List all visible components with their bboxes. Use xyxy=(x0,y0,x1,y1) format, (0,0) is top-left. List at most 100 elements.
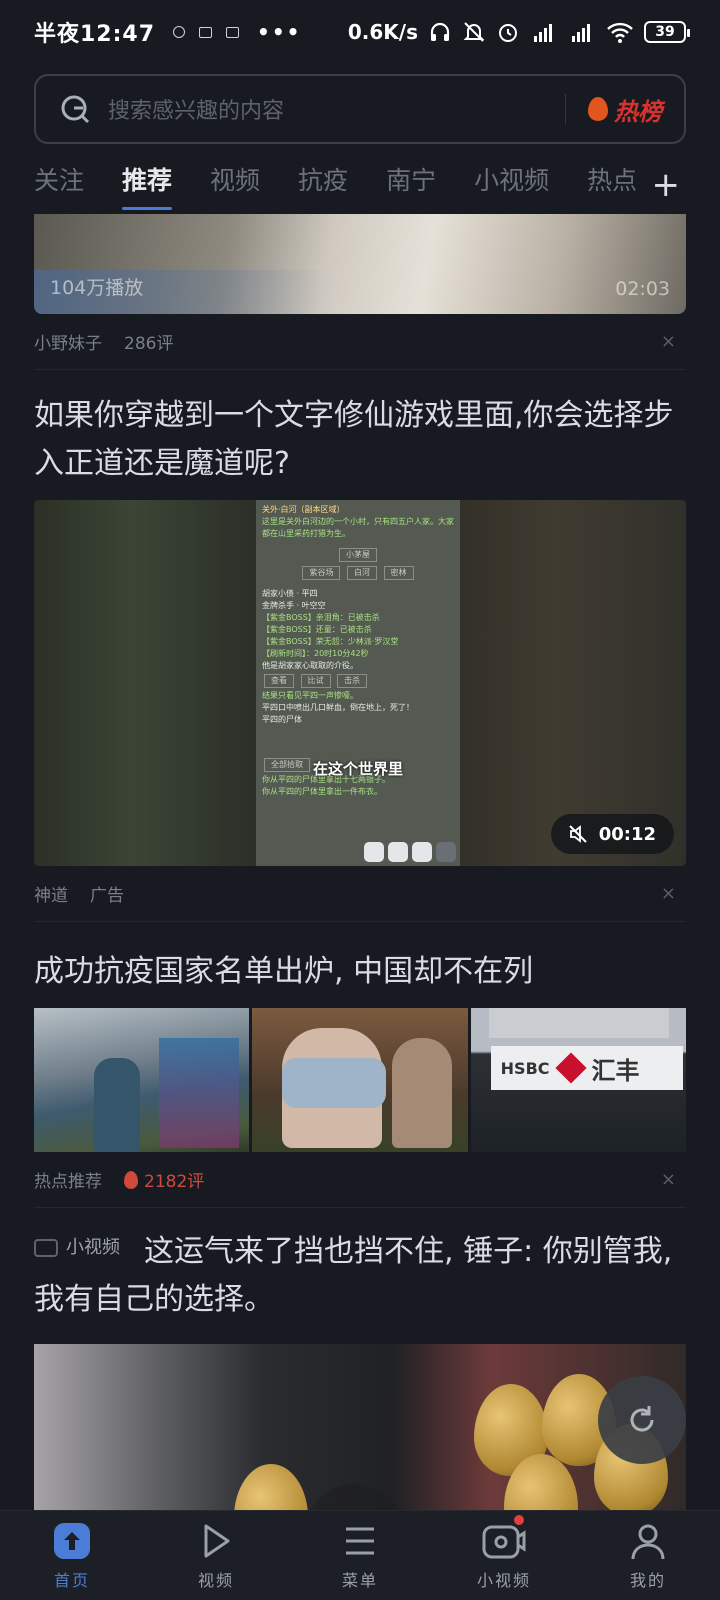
thumbnail-bank: HSBC 汇丰 xyxy=(470,1008,686,1152)
camera-icon xyxy=(482,1525,526,1559)
action-view: 查看 xyxy=(264,674,294,688)
game-hint: 他是胡家家心取取的介役。 xyxy=(262,661,358,670)
hot-comment-count: 2182评 xyxy=(124,1167,204,1192)
ad-video-player[interactable]: 关外·白河（副本区域） 这里是关外白河边的一个小村，只有四五户人家。大家都在山里… xyxy=(34,500,686,866)
bank-sign-chinese: 汇丰 xyxy=(591,1056,640,1085)
menu-icon xyxy=(346,1527,374,1555)
nav-label: 菜单 xyxy=(341,1571,378,1590)
small-video-title[interactable]: 这运气来了挡也挡不住, 锤子: 你别管我, 我有自己的选择。 xyxy=(34,1234,672,1317)
bottom-navigation: 首页 视频 菜单 小视频 我的 xyxy=(0,1510,720,1600)
chat-icon xyxy=(388,842,408,862)
plus-icon: + xyxy=(651,165,681,205)
search-input[interactable]: 搜索感兴趣的内容 xyxy=(108,93,565,125)
ad-duration: 00:12 xyxy=(598,823,656,845)
video-duration: 02:03 xyxy=(615,278,670,300)
item-title[interactable]: 如果你穿越到一个文字修仙游戏里面,你会选择步入正道还是魔道呢? xyxy=(34,370,686,488)
item-title[interactable]: 小视频 这运气来了挡也挡不住, 锤子: 你别管我, 我有自己的选择。 xyxy=(34,1208,686,1324)
item-meta: 神道 广告 × xyxy=(34,866,686,922)
feed-item-small-video[interactable]: 小视频 这运气来了挡也挡不住, 锤子: 你别管我, 我有自己的选择。 xyxy=(0,1208,720,1544)
home-upload-icon xyxy=(54,1523,90,1559)
play-icon xyxy=(204,1524,230,1558)
video-thumbnail[interactable]: 104万播放 02:03 xyxy=(34,214,686,314)
status-bar: 半夜12:47 ••• 0.6K/s 39 xyxy=(0,0,720,64)
tab-anti-epidemic[interactable]: 抗疫 xyxy=(298,158,348,212)
nav-label: 首页 xyxy=(53,1571,90,1590)
notification-badge xyxy=(514,1515,524,1525)
tab-video[interactable]: 视频 xyxy=(210,158,260,212)
item-meta: 小野妹子 286评 × xyxy=(34,314,686,370)
action-spar: 比试 xyxy=(300,674,331,688)
video-caption: 在这个世界里 xyxy=(312,760,403,778)
nav-label: 我的 xyxy=(629,1571,666,1590)
thumbnail-masked-face xyxy=(252,1008,468,1152)
refresh-button[interactable] xyxy=(598,1376,686,1464)
tab-recommend[interactable]: 推荐 xyxy=(122,158,173,212)
source-name[interactable]: 热点推荐 xyxy=(34,1167,102,1192)
notification-icons xyxy=(173,26,240,38)
status-time: 半夜12:47 xyxy=(34,22,156,47)
hot-list-button[interactable]: 热榜 xyxy=(614,92,662,127)
room-label: 小茅屋 xyxy=(339,548,377,562)
feed-item-video[interactable]: 104万播放 02:03 小野妹子 286评 × xyxy=(0,214,720,370)
source-name[interactable]: 小野妹子 xyxy=(34,329,102,354)
nav-video[interactable]: 视频 xyxy=(144,1511,288,1600)
action-icon xyxy=(412,842,432,862)
nav-small-video[interactable]: 小视频 xyxy=(432,1511,576,1600)
source-name[interactable]: 神道 xyxy=(34,881,68,906)
nav-label: 小视频 xyxy=(476,1571,531,1590)
mute-duration-badge[interactable]: 00:12 xyxy=(550,814,674,854)
hsbc-logo-icon xyxy=(554,1052,587,1084)
alarm-icon xyxy=(499,24,517,42)
mute-bell-icon xyxy=(463,22,485,42)
comment-count: 286评 xyxy=(124,334,174,354)
log-5: 你从平四的尸体里拿出一件布衣。 xyxy=(262,787,382,796)
ad-tag: 广告 xyxy=(90,886,124,906)
notification-icon xyxy=(173,26,186,38)
news-feed: 104万播放 02:03 小野妹子 286评 × 如果你穿越到一个文字修仙游戏里… xyxy=(0,214,720,1544)
small-video-tag: 小视频 xyxy=(34,1224,120,1272)
image-gallery[interactable]: HSBC 汇丰 xyxy=(34,1008,686,1152)
stop-icon xyxy=(364,842,384,862)
boss-1: 【紫金BOSS】亲泪角：已被击杀 xyxy=(262,613,380,622)
app-notification-icon xyxy=(226,26,240,38)
bank-sign-text: HSBC xyxy=(500,1058,550,1078)
action-kill: 击杀 xyxy=(337,674,368,688)
exit-1: 紫谷场 xyxy=(302,566,341,580)
dismiss-button[interactable]: × xyxy=(661,1169,676,1190)
tab-nanning[interactable]: 南宁 xyxy=(386,158,436,212)
more-icon xyxy=(436,842,456,862)
exit-2: 白河 xyxy=(347,566,377,580)
nav-profile[interactable]: 我的 xyxy=(576,1511,720,1600)
bank-sign: HSBC 汇丰 xyxy=(490,1046,683,1090)
game-map: 小茅屋 紫谷场 白河 密林 xyxy=(262,546,454,582)
small-video-icon xyxy=(34,1239,58,1257)
npc-2: 金牌杀手 · 叶空空 xyxy=(262,601,326,610)
dismiss-button[interactable]: × xyxy=(661,331,676,352)
search-divider xyxy=(565,94,566,124)
boss-2: 【紫金BOSS】还童：已被击杀 xyxy=(262,625,372,634)
more-notifications-icon: ••• xyxy=(257,20,302,44)
log-2: 平四口中喷出几口鲜血，倒在地上，死了！ xyxy=(262,703,414,712)
user-icon xyxy=(631,1524,665,1560)
channel-tabs: 关注 推荐 视频 抗疫 南宁 小视频 热点 + xyxy=(34,158,720,212)
nav-home[interactable]: 首页 xyxy=(0,1511,144,1600)
exit-3: 密林 xyxy=(383,566,414,580)
signal-hd-icon xyxy=(534,24,552,42)
item-meta: 热点推荐 2182评 × xyxy=(34,1152,686,1208)
dismiss-button[interactable]: × xyxy=(661,883,676,904)
item-title[interactable]: 成功抗疫国家名单出炉, 中国却不在列 xyxy=(34,922,686,996)
feed-item-news[interactable]: 成功抗疫国家名单出炉, 中国却不在列 HSBC 汇丰 热点推荐 2182评 × xyxy=(0,922,720,1208)
search-bar[interactable]: 搜索感兴趣的内容 热榜 xyxy=(34,74,686,144)
flame-icon xyxy=(124,1170,138,1189)
game-header: 关外·白河（副本区域） xyxy=(262,505,345,514)
tab-follow[interactable]: 关注 xyxy=(34,158,84,212)
nav-menu[interactable]: 菜单 xyxy=(288,1511,432,1600)
feed-item-ad[interactable]: 如果你穿越到一个文字修仙游戏里面,你会选择步入正道还是魔道呢? 关外·白河（副本… xyxy=(0,370,720,922)
add-channel-button[interactable]: + xyxy=(630,158,720,212)
wifi-icon xyxy=(607,22,633,43)
flame-icon xyxy=(588,97,608,121)
view-count: 104万播放 xyxy=(50,277,144,299)
refresh-icon xyxy=(630,1406,654,1432)
tab-small-video[interactable]: 小视频 xyxy=(474,158,549,212)
